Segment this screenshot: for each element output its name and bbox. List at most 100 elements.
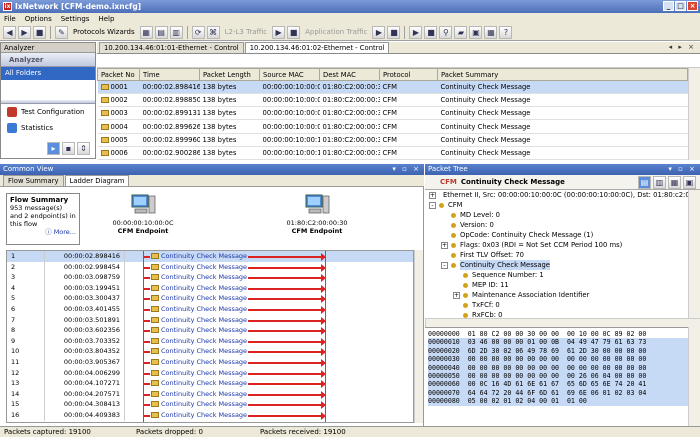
tab-port-02[interactable]: 10.200.134.46:01:02-Ethernet - Control [244,42,390,53]
tree-node[interactable]: OpCode: Continuity Check Message (1) [425,230,688,240]
ladder-row[interactable]: 11 00:00:03.905367 Continuity Check Messag… [7,356,413,368]
save-icon[interactable]: ▣ [469,25,483,39]
detail-view-icon[interactable]: ▣ [683,176,696,189]
application-traffic-button[interactable]: Application Traffic [302,26,370,39]
back-icon[interactable]: ◀ [3,25,16,39]
ladder-row[interactable]: 12 00:00:04.006299 Continuity Check Messag… [7,367,413,379]
col-protocol[interactable]: Protocol [379,68,438,81]
col-dest-mac[interactable]: Dest MAC [319,68,380,81]
expand-icon[interactable]: + [441,241,448,249]
tab-controls-icon[interactable]: ◂ ▸ × [669,43,696,51]
ladder-scrollbar[interactable] [414,250,423,423]
lock-icon[interactable]: ▪ [62,142,75,155]
stop-traffic-icon[interactable]: ■ [287,25,301,39]
col-packet-length[interactable]: Packet Length [199,68,260,81]
protocols-wizard-button[interactable]: Protocols Wizards [70,26,138,39]
tab-flow-summary[interactable]: Flow Summary [3,175,64,186]
tree-node[interactable]: + Flags: 0x03 (RDI = Not Set CCM Period 1… [425,240,688,250]
all-folders-item[interactable]: All Folders [1,67,95,80]
table-icon[interactable]: ▤ [154,25,168,39]
col-time[interactable]: Time [139,68,200,81]
test-configuration-item[interactable]: Test Configuration [1,104,95,120]
grid-icon[interactable]: ▦ [139,25,153,39]
tree-vscroll[interactable] [688,190,700,318]
ladder-row[interactable]: 8 00:00:03.602356 Continuity Check Message [7,325,413,336]
ladder-row[interactable]: 5 00:00:03.300437 Continuity Check Message [7,293,413,304]
help-icon[interactable]: ? [499,25,513,39]
ladder-row[interactable]: 10 00:00:03.804352 Continuity Check Messag… [7,346,413,357]
col-packet-summary[interactable]: Packet Summary [437,68,688,81]
table-row[interactable]: 0001 00:00:02.898416 138 bytes 00:00:00:10:… [97,80,688,95]
collapse-icon[interactable]: - [429,201,436,209]
endpoint-2[interactable]: 01:80:C2:00:00:30 CFM Endpoint [282,193,352,235]
arrow-icon[interactable]: ▸ [47,142,60,155]
table-row[interactable]: 0005 00:00:02.899960 138 bytes 00:00:00:10:… [97,133,688,147]
tab-port-01[interactable]: 10.200.134.46:01:01-Ethernet - Control [99,42,244,53]
ladder-row[interactable]: 4 00:00:03.199451 Continuity Check Message [7,282,413,294]
ladder-row[interactable]: 3 00:00:03.098759 Continuity Check Message [7,272,413,283]
ladder-row[interactable]: 13 00:00:04.107271 Continuity Check Messag… [7,378,413,389]
ladder-row[interactable]: 15 00:00:04.308413 Continuity Check Messag… [7,399,413,410]
table-row[interactable]: 0002 00:00:02.898850 138 bytes 00:00:00:10:… [97,93,688,108]
menu-help[interactable]: Help [98,15,114,23]
tree-node[interactable]: TxFCf: 0 [425,300,688,310]
magnifier-icon[interactable]: ⚲ [439,25,453,39]
minimize-button[interactable]: _ [663,1,674,11]
ladder-row[interactable]: 1 00:00:02.898416 Continuity Check Message [7,251,413,262]
hex-view-icon[interactable]: ▦ [668,176,681,189]
play-icon[interactable]: ▶ [272,25,286,39]
ladder-row[interactable]: 7 00:00:03.501891 Continuity Check Message [7,314,413,326]
forward-icon[interactable]: ▶ [18,25,31,39]
close-button[interactable]: × [687,1,698,11]
endpoint-1[interactable]: 00:00:00:10:00:0C CFM Endpoint [108,193,178,235]
ladder-row[interactable]: 9 00:00:03.703352 Continuity Check Message [7,335,413,347]
tree-node[interactable]: Sequence Number: 1 [425,270,688,280]
maximize-button[interactable]: □ [675,1,686,11]
table-row[interactable]: 0003 00:00:02.899131 138 bytes 00:00:00:10:… [97,106,688,121]
ladder-row[interactable]: 16 00:00:04.409383 Continuity Check Messag… [7,409,413,421]
expand-icon[interactable]: + [429,191,436,199]
tree-node[interactable]: - Continuity Check Message [425,260,688,270]
chart-icon[interactable]: ▥ [169,25,183,39]
tree-node[interactable]: RxFCb: 0 [425,310,688,318]
refresh-icon[interactable]: ⟳ [191,25,205,39]
wand-icon[interactable]: ✎ [55,25,68,39]
tree-node[interactable]: MEP ID: 11 [425,280,688,290]
menu-file[interactable]: File [4,15,16,23]
split-view-icon[interactable]: ▥ [653,176,666,189]
capture-stop-icon[interactable]: ■ [424,25,438,39]
more-link[interactable]: ⓘ More... [10,228,76,236]
expand-icon[interactable]: + [453,291,460,299]
tree-node[interactable]: Version: 0 [425,220,688,230]
app-stop-icon[interactable]: ■ [387,25,401,39]
open-folder-icon[interactable]: ▰ [454,25,468,39]
pane-controls-icon[interactable]: ▾ ▫ × [668,164,697,175]
packet-table-scrollbar[interactable] [688,68,700,160]
network-icon[interactable]: ⌘ [206,25,220,39]
tree-node[interactable]: - CFM [425,200,688,210]
col-packet-no[interactable]: Packet No [97,68,140,81]
table-row[interactable]: 0006 00:00:02.900286 138 bytes 00:00:00:10:… [97,146,688,161]
menu-options[interactable]: Options [25,15,52,23]
ladder-row[interactable]: 6 00:00:03.401455 Continuity Check Message [7,303,413,315]
tree-view-icon[interactable]: ▤ [638,176,651,189]
collapse-icon[interactable]: - [441,261,448,269]
l2l3-traffic-button[interactable]: L2-L3 Traffic [222,26,271,39]
analyzer-header[interactable]: Analyzer [1,53,95,67]
col-source-mac[interactable]: Source MAC [259,68,320,81]
layout-icon[interactable]: ▦ [484,25,498,39]
table-row[interactable]: 0004 00:00:02.899626 138 bytes 00:00:00:10:… [97,119,688,134]
statistics-item[interactable]: Statistics [1,120,95,136]
hex-scrollbar[interactable] [688,327,700,426]
tree-node[interactable]: First TLV Offset: 70 [425,250,688,260]
expand-icon[interactable]: ⇕ [77,142,90,155]
capture-start-icon[interactable]: ▶ [409,25,423,39]
tree-node[interactable]: + Maintenance Association Identifier [425,290,688,300]
tab-ladder-diagram[interactable]: Ladder Diagram [64,175,130,186]
app-play-icon[interactable]: ▶ [372,25,386,39]
stop-icon[interactable]: ■ [33,25,46,39]
menu-settings[interactable]: Settings [61,15,90,23]
pane-controls-icon[interactable]: ▾ ▫ × [392,164,421,175]
tree-node[interactable]: + Ethernet II, Src: 00:00:00:10:00:0C (00… [425,190,688,200]
ladder-row[interactable]: 14 00:00:04.207571 Continuity Check Messag… [7,388,413,400]
